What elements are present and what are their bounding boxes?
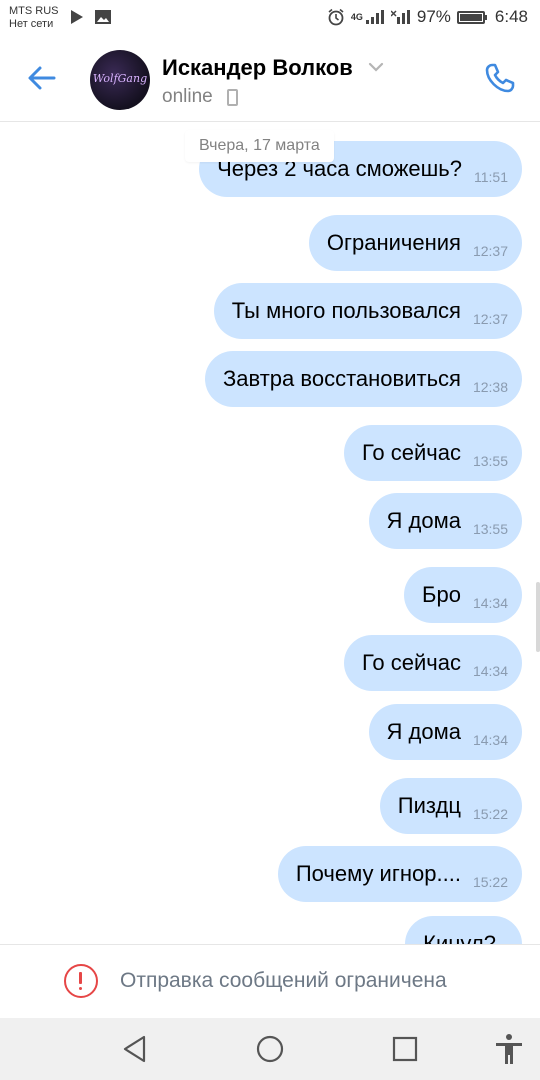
avatar-logo-text: WolfGang <box>92 72 148 85</box>
message-bubble[interactable]: Кинул? <box>405 916 522 944</box>
message-time: 12:38 <box>472 379 508 395</box>
message-text: Ты много пользовался <box>231 298 461 323</box>
scrollbar[interactable] <box>536 582 540 652</box>
message-time: 13:55 <box>472 521 508 537</box>
contact-name[interactable]: Искандер Волков <box>162 55 353 81</box>
contact-status: online <box>162 86 213 107</box>
status-right: 4G 97% 6:48 <box>327 7 528 27</box>
message-time: 15:22 <box>472 874 508 890</box>
chat-header: WolfGang Искандер Волков online <box>0 36 540 122</box>
message-bubble[interactable]: Я дома 13:55 <box>368 493 522 549</box>
play-icon <box>71 10 83 24</box>
message-bubble[interactable]: Ограничения 12:37 <box>308 215 522 271</box>
message-text: Бро <box>422 582 461 607</box>
screen: MTS RUS Нет сети 4G 97% 6:48 WolfGang Ис… <box>0 0 540 1080</box>
accessibility-icon[interactable] <box>492 1032 526 1066</box>
back-triangle-icon[interactable] <box>118 1032 152 1066</box>
recents-square-icon[interactable] <box>388 1032 422 1066</box>
message-text: Почему игнор.... <box>295 861 461 886</box>
message-text: Пиздц <box>397 793 461 818</box>
status-bar: MTS RUS Нет сети 4G 97% 6:48 <box>0 0 540 36</box>
signal-icon <box>365 10 384 24</box>
carrier-name: MTS RUS <box>9 5 59 17</box>
avatar[interactable]: WolfGang <box>90 50 150 110</box>
message-text: Го сейчас <box>361 650 461 675</box>
navigation-bar <box>0 1018 540 1080</box>
signal-no-sim-icon <box>390 10 410 24</box>
alarm-icon <box>328 8 344 26</box>
message-time: 15:22 <box>472 806 508 822</box>
message-text: Го сейчас <box>361 440 461 465</box>
message-time: 14:34 <box>472 732 508 748</box>
network-status: Нет сети <box>9 18 54 30</box>
back-arrow-icon[interactable] <box>24 60 60 96</box>
message-bubble[interactable]: Ты много пользовался 12:37 <box>213 283 522 339</box>
message-time: 12:37 <box>472 311 508 327</box>
notification-icons <box>70 9 112 25</box>
restriction-text: Отправка сообщений ограничена <box>120 969 447 992</box>
message-time: 14:34 <box>472 595 508 611</box>
message-time: 13:55 <box>472 453 508 469</box>
date-separator: Вчера, 17 марта <box>185 130 334 162</box>
warning-icon <box>64 964 98 998</box>
message-list[interactable]: Через 2 часа сможешь? 11:51 Вчера, 17 ма… <box>0 122 540 944</box>
chevron-down-icon[interactable] <box>368 62 384 72</box>
network-type: 4G <box>350 12 363 22</box>
message-text: Я дома <box>386 508 461 533</box>
message-bubble[interactable]: Бро 14:34 <box>404 567 522 623</box>
message-text: Кинул? <box>423 931 496 944</box>
message-time: 14:34 <box>472 663 508 679</box>
message-text: Я дома <box>386 719 461 744</box>
restriction-bar: Отправка сообщений ограничена <box>0 944 540 1018</box>
message-bubble[interactable]: Го сейчас 14:34 <box>343 635 522 691</box>
message-bubble[interactable]: Пиздц 15:22 <box>379 778 522 834</box>
carrier-info: MTS RUS Нет сети <box>9 5 59 31</box>
message-time: 11:51 <box>474 169 508 185</box>
mobile-device-icon <box>227 89 238 106</box>
phone-call-icon[interactable] <box>482 60 518 96</box>
message-bubble[interactable]: Почему игнор.... 15:22 <box>277 846 522 902</box>
battery-icon <box>456 10 487 24</box>
home-circle-icon[interactable] <box>253 1032 287 1066</box>
message-bubble[interactable]: Завтра восстановиться 12:38 <box>205 351 522 407</box>
message-bubble[interactable]: Го сейчас 13:55 <box>343 425 522 481</box>
clock: 6:48 <box>494 7 528 26</box>
message-text: Ограничения <box>326 230 461 255</box>
message-text: Завтра восстановиться <box>223 366 461 391</box>
battery-percent: 97% <box>416 7 451 26</box>
message-bubble[interactable]: Я дома 14:34 <box>368 704 522 760</box>
image-icon <box>95 10 111 24</box>
message-time: 12:37 <box>472 243 508 259</box>
